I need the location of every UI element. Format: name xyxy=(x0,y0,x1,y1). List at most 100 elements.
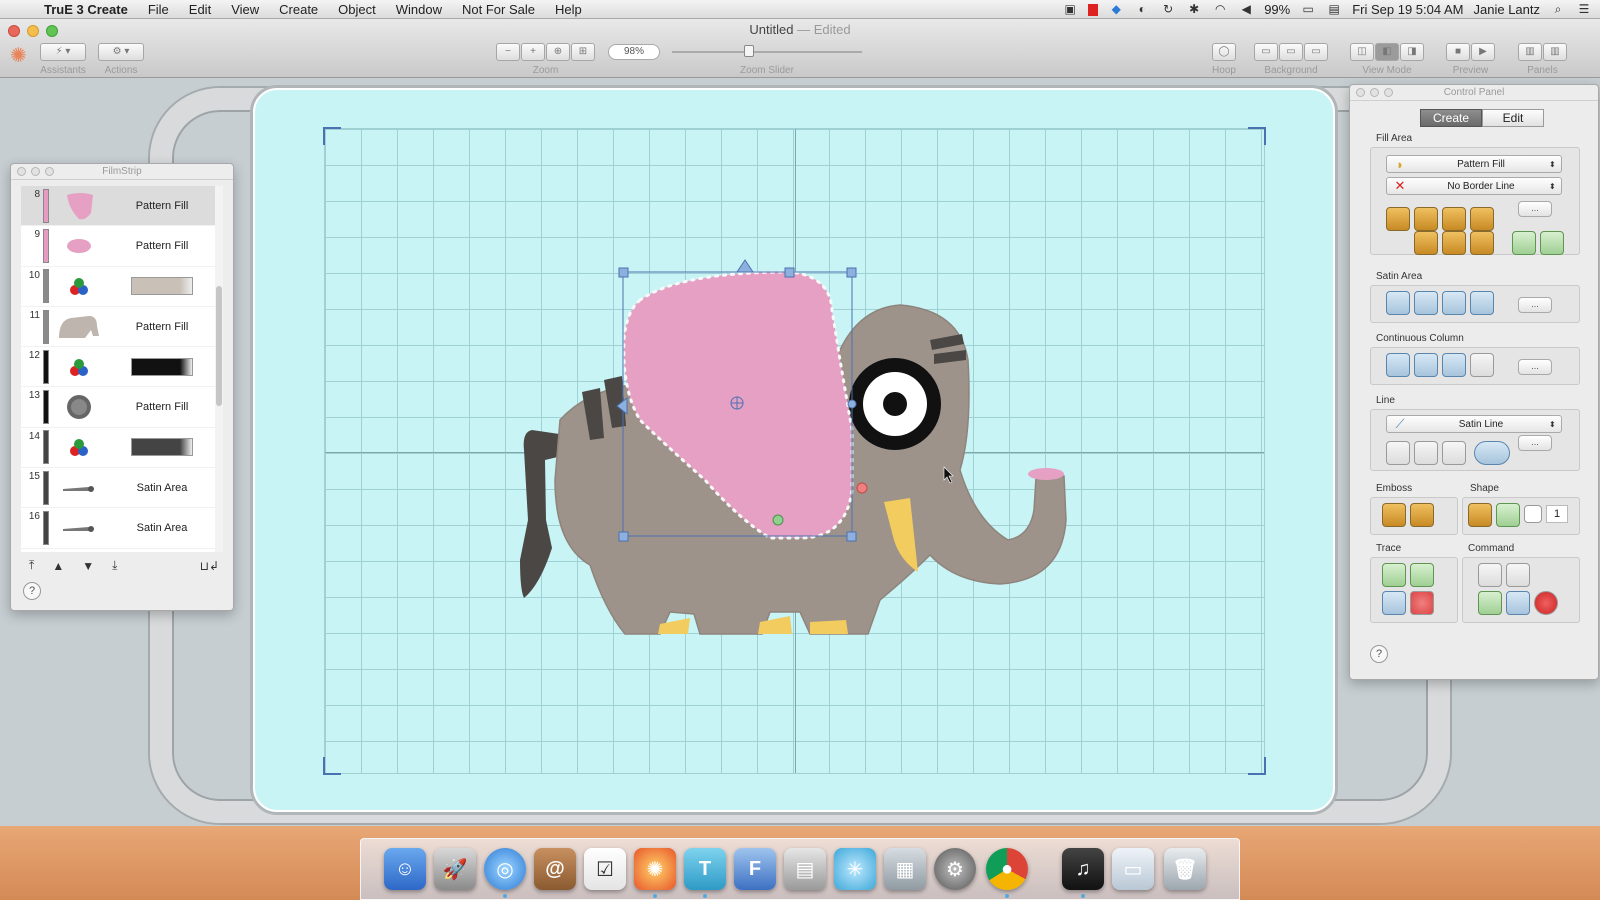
hoop-button[interactable]: ◯ xyxy=(1212,43,1236,61)
line-ellipse-icon[interactable] xyxy=(1474,441,1510,465)
fill-type-select[interactable]: ◗ Pattern Fill ⬍ xyxy=(1386,155,1562,173)
eyedropper-icon[interactable] xyxy=(1506,563,1530,587)
zoom-percent-value[interactable]: 98% xyxy=(608,44,660,60)
view-mode-outline-icon[interactable]: ◫ xyxy=(1350,43,1374,61)
battery-icon[interactable]: ▭ xyxy=(1300,3,1316,16)
zoom-to-fit-icon[interactable]: ⊕ xyxy=(546,43,570,61)
control-panel-zoom-button[interactable] xyxy=(1384,88,1393,97)
combine-objects-icon[interactable]: ⊔↲ xyxy=(200,559,219,573)
preview-play-icon[interactable]: ▶ xyxy=(1471,43,1495,61)
thread-icon[interactable]: ▤ xyxy=(784,848,826,890)
move-down-icon[interactable]: ▼ xyxy=(82,559,94,573)
tab-create[interactable]: Create xyxy=(1420,109,1482,127)
filmstrip-list[interactable]: 8 Pattern Fill 9 Pattern Fill 10 11 Pattern Fi… xyxy=(21,186,221,552)
menu-help[interactable]: Help xyxy=(545,2,592,17)
move-up-icon[interactable]: ▲ xyxy=(52,559,64,573)
fill-leaf-icon[interactable] xyxy=(1512,231,1536,255)
trash-icon[interactable]: 🗑 xyxy=(1164,848,1206,890)
fill-rectangle-icon[interactable] xyxy=(1386,207,1410,231)
menu-create[interactable]: Create xyxy=(269,2,328,17)
menu-view[interactable]: View xyxy=(221,2,269,17)
menu-file[interactable]: File xyxy=(138,2,179,17)
filmstrip-minimize-button[interactable] xyxy=(31,167,40,176)
filmstrip-row[interactable]: 10 xyxy=(21,267,221,307)
quickfont-icon[interactable]: F xyxy=(734,848,776,890)
control-panel-minimize-button[interactable] xyxy=(1370,88,1379,97)
notification-center-icon[interactable]: ☰ xyxy=(1576,3,1592,16)
time-machine-icon[interactable]: ↻ xyxy=(1160,3,1176,16)
zoom-slider[interactable] xyxy=(672,43,862,61)
battery-percent[interactable]: 99% xyxy=(1264,2,1290,17)
fill-freehand-icon[interactable] xyxy=(1442,207,1466,231)
menu-window[interactable]: Window xyxy=(386,2,452,17)
machine-icon[interactable]: ▦ xyxy=(884,848,926,890)
line-straight-icon[interactable] xyxy=(1414,441,1438,465)
view-mode-realistic-icon[interactable]: ◧ xyxy=(1375,43,1399,61)
filmstrip-scrollbar[interactable] xyxy=(215,186,223,552)
actions-button[interactable]: ⚙ ▾ xyxy=(98,43,144,61)
shape-outline-icon[interactable] xyxy=(1496,503,1520,527)
clock[interactable]: Fri Sep 19 5:04 AM xyxy=(1352,2,1463,17)
satin-multi-arch-icon[interactable] xyxy=(1470,291,1494,315)
wifi-icon[interactable]: ◠ xyxy=(1212,3,1228,16)
zoom-slider-knob[interactable] xyxy=(744,45,754,57)
background-photo-icon[interactable]: ▭ xyxy=(1254,43,1278,61)
column-more-button[interactable]: ... xyxy=(1518,359,1552,375)
sync-icon[interactable]: ◐ xyxy=(1134,3,1150,16)
volume-icon[interactable]: ◀ xyxy=(1238,3,1254,16)
shape-multi-icon[interactable] xyxy=(1468,503,1492,527)
background-fabric-icon[interactable]: ▭ xyxy=(1304,43,1328,61)
finder-icon[interactable]: ☺ xyxy=(384,848,426,890)
itunes-icon[interactable]: ♫ xyxy=(1062,848,1104,890)
filmstrip-scroll-thumb[interactable] xyxy=(216,286,222,406)
fill-arch-icon[interactable] xyxy=(1414,207,1438,231)
design-grid[interactable] xyxy=(323,127,1266,775)
menu-not-for-sale[interactable]: Not For Sale xyxy=(452,2,545,17)
stop-icon[interactable] xyxy=(1534,591,1558,615)
fill-hexagon-icon[interactable] xyxy=(1470,231,1494,255)
assistants-button[interactable]: ⚡ ▾ xyxy=(40,43,86,61)
zoom-percent-field[interactable]: 98% xyxy=(608,44,660,60)
fill-feather-icon[interactable] xyxy=(1540,231,1564,255)
filmstrip-row[interactable]: 9 Pattern Fill xyxy=(21,226,221,267)
column-freehand-icon[interactable] xyxy=(1470,353,1494,377)
trace-image-icon[interactable] xyxy=(1382,591,1406,615)
line-more-button[interactable]: ... xyxy=(1518,435,1552,451)
trace-color-icon[interactable] xyxy=(1410,591,1434,615)
zoom-in-icon[interactable]: + xyxy=(521,43,545,61)
line-freehand-icon[interactable] xyxy=(1386,441,1410,465)
satin-curve-icon[interactable] xyxy=(1414,291,1438,315)
background-color-icon[interactable]: ▭ xyxy=(1279,43,1303,61)
column-spiral-icon[interactable] xyxy=(1442,353,1466,377)
filmstrip-row[interactable]: 15 Satin Area xyxy=(21,468,221,509)
border-type-select[interactable]: ✕ No Border Line ⬍ xyxy=(1386,177,1562,195)
preview-stop-icon[interactable]: ■ xyxy=(1446,43,1470,61)
tab-edit[interactable]: Edit xyxy=(1482,109,1544,127)
zoom-grid-icon[interactable]: ⊞ xyxy=(571,43,595,61)
trace-fill-icon[interactable] xyxy=(1410,563,1434,587)
contacts-icon[interactable]: @ xyxy=(534,848,576,890)
move-to-top-icon[interactable]: ⤒ xyxy=(29,558,34,573)
safari-icon[interactable]: ◎ xyxy=(484,848,526,890)
shape-color-swatch[interactable] xyxy=(1524,505,1542,523)
filmstrip-row[interactable]: 13 Pattern Fill xyxy=(21,387,221,428)
launchpad-icon[interactable]: 🚀 xyxy=(434,848,476,890)
desktop-icon[interactable]: ▭ xyxy=(1112,848,1154,890)
filmstrip-row[interactable]: 11 Pattern Fill xyxy=(21,307,221,348)
dropbox-icon[interactable]: ◆ xyxy=(1108,3,1124,16)
satin-freehand-icon[interactable] xyxy=(1442,291,1466,315)
filmstrip-row[interactable]: 14 xyxy=(21,428,221,469)
column-curve-icon[interactable] xyxy=(1386,353,1410,377)
color-change-icon[interactable] xyxy=(1478,563,1502,587)
true3-create-icon[interactable]: T xyxy=(684,848,726,890)
stitch-icon[interactable]: ✳ xyxy=(834,848,876,890)
camera-icon[interactable]: ▣ xyxy=(1062,3,1078,16)
position-cross-icon[interactable] xyxy=(1506,591,1530,615)
fill-slash-icon[interactable] xyxy=(1442,231,1466,255)
zoom-out-icon[interactable]: − xyxy=(496,43,520,61)
filmstrip-row[interactable]: 12 xyxy=(21,347,221,388)
control-panel-titlebar[interactable]: Control Panel xyxy=(1350,85,1598,101)
control-panel-close-button[interactable] xyxy=(1356,88,1365,97)
fill-circle-icon[interactable] xyxy=(1414,231,1438,255)
spotlight-search-icon[interactable]: ⌕ xyxy=(1550,3,1566,16)
